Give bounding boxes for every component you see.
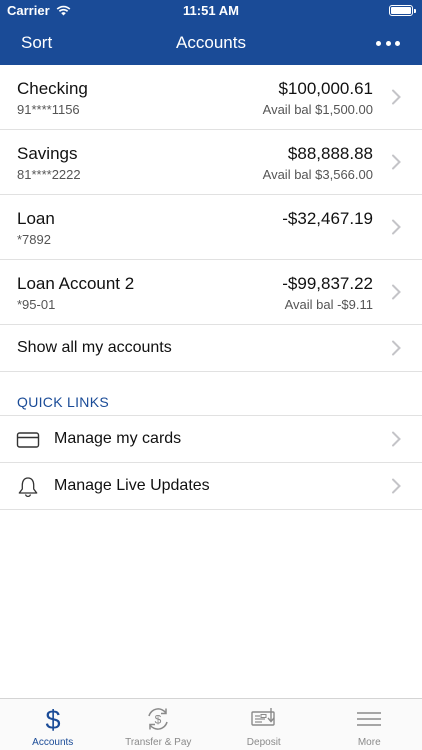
manage-cards-label: Manage my cards (54, 430, 182, 447)
account-balance: -$99,837.22 (282, 274, 373, 293)
menu-icon (357, 712, 382, 726)
quick-links-title: QUICK LINKS (17, 394, 109, 410)
chevron-right-icon (392, 478, 401, 494)
account-available-balance: Avail bal $1,500.00 (262, 102, 373, 117)
account-number: *7892 (17, 232, 51, 247)
status-bar: Carrier 11:51 AM (0, 0, 422, 22)
account-row-savings[interactable]: Savings 81****2222 $88,888.88 Avail bal … (0, 130, 422, 195)
tab-label: Deposit (246, 737, 281, 748)
tab-deposit[interactable]: Deposit (211, 699, 317, 750)
account-name: Loan Account 2 (17, 274, 135, 293)
chevron-right-icon (392, 431, 401, 447)
account-number: 91****1156 (17, 102, 80, 117)
tab-label: Accounts (32, 737, 74, 748)
account-name: Savings (17, 144, 78, 163)
tab-label: Transfer & Pay (125, 737, 192, 748)
page-title: Accounts (176, 33, 246, 52)
account-available-balance: Avail bal $3,566.00 (262, 167, 373, 182)
manage-live-updates-label: Manage Live Updates (54, 477, 210, 494)
tab-bar: $ Accounts $ Transfer & Pay Deposit More (0, 698, 422, 750)
chevron-right-icon (392, 89, 401, 105)
app-header: Carrier 11:51 AM Sort Accounts (0, 0, 422, 65)
battery-icon (389, 5, 416, 16)
account-balance: $100,000.61 (278, 79, 373, 98)
chevron-right-icon (392, 340, 401, 356)
tab-transfer-pay[interactable]: $ Transfer & Pay (106, 699, 212, 750)
chevron-right-icon (392, 284, 401, 300)
account-number: 81****2222 (17, 167, 81, 182)
quick-links-header: QUICK LINKS (0, 388, 422, 416)
account-balance: $88,888.88 (287, 144, 373, 163)
tab-accounts[interactable]: $ Accounts (0, 699, 106, 750)
manage-live-updates-row[interactable]: Manage Live Updates (0, 463, 422, 510)
svg-text:$: $ (155, 713, 162, 727)
status-time: 11:51 AM (183, 3, 239, 18)
manage-cards-row[interactable]: Manage my cards (0, 416, 422, 463)
chevron-right-icon (392, 219, 401, 235)
svg-text:$: $ (45, 705, 60, 733)
dollar-icon: $ (45, 705, 60, 733)
account-available-balance: Avail bal -$9.11 (284, 297, 373, 312)
credit-card-icon (16, 432, 40, 448)
account-name: Loan (17, 209, 55, 228)
account-number: *95-01 (17, 297, 56, 312)
show-all-accounts-label: Show all my accounts (17, 339, 172, 356)
account-balance: -$32,467.19 (282, 209, 373, 228)
transfer-icon: $ (148, 708, 168, 730)
navigation-bar: Sort Accounts (0, 24, 422, 64)
bell-icon (18, 477, 38, 498)
battery-level (391, 7, 411, 14)
show-all-accounts-row[interactable]: Show all my accounts (0, 325, 422, 372)
check-deposit-icon (251, 708, 275, 726)
account-row-loan[interactable]: Loan *7892 -$32,467.19 (0, 195, 422, 260)
account-row-loan-account-2[interactable]: Loan Account 2 *95-01 -$99,837.22 Avail … (0, 260, 422, 325)
account-name: Checking (17, 79, 88, 98)
account-row-checking[interactable]: Checking 91****1156 $100,000.61 Avail ba… (0, 65, 422, 130)
accounts-list: Checking 91****1156 $100,000.61 Avail ba… (0, 65, 422, 510)
tab-label: More (357, 737, 381, 748)
tab-more[interactable]: More (317, 699, 422, 750)
ellipsis-icon[interactable] (376, 41, 400, 47)
sort-button[interactable]: Sort (21, 33, 52, 53)
chevron-right-icon (392, 154, 401, 170)
